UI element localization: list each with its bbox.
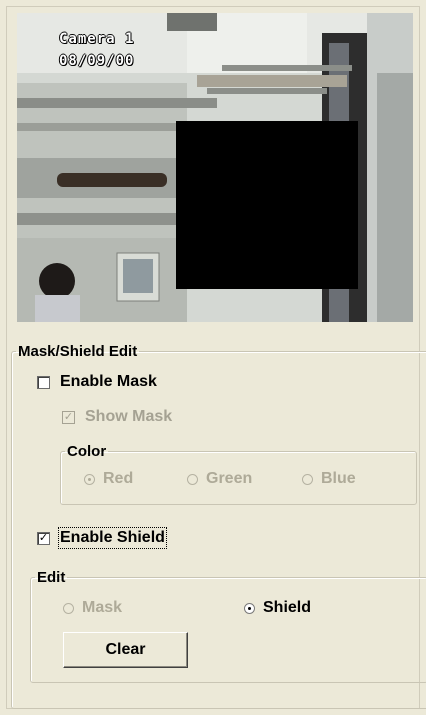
color-red-radio[interactable]: Red (84, 470, 133, 488)
color-red-label: Red (103, 470, 134, 487)
camera-preview: Camera 1 08/09/00 (17, 13, 413, 322)
radio-unselected-icon (302, 473, 313, 485)
checkmark-icon: ✓ (37, 531, 50, 545)
show-mask-checkbox[interactable]: ✓ Show Mask (62, 408, 172, 426)
camera-date: 08/09/00 (59, 53, 135, 69)
radio-unselected-icon (63, 602, 74, 614)
edit-group-title: Edit (37, 569, 66, 586)
mask-shield-edit-title: Mask/Shield Edit (18, 343, 138, 360)
color-green-label: Green (206, 470, 253, 487)
enable-shield-checkbox[interactable]: ✓ Enable Shield (37, 527, 167, 549)
radio-selected-icon (244, 602, 255, 614)
enable-shield-label: Enable Shield (58, 527, 167, 549)
clear-button[interactable]: Clear (63, 632, 188, 668)
enable-mask-checkbox-box[interactable] (37, 375, 50, 389)
radio-selected-icon (84, 473, 95, 485)
color-blue-label: Blue (321, 470, 356, 487)
edit-shield-label: Shield (263, 599, 312, 616)
color-blue-radio[interactable]: Blue (302, 470, 356, 488)
color-group-title: Color (67, 443, 107, 460)
shield-region[interactable] (176, 121, 358, 289)
show-mask-label: Show Mask (85, 408, 173, 425)
camera-label: Camera 1 (59, 31, 135, 47)
enable-mask-checkbox[interactable]: Enable Mask (37, 373, 157, 391)
color-green-radio[interactable]: Green (187, 470, 252, 488)
edit-shield-radio[interactable]: Shield (244, 599, 311, 617)
enable-mask-label: Enable Mask (60, 373, 157, 390)
edit-mask-label: Mask (82, 599, 123, 616)
checkmark-icon: ✓ (62, 410, 75, 424)
edit-mask-radio[interactable]: Mask (63, 599, 122, 617)
radio-unselected-icon (187, 473, 198, 485)
